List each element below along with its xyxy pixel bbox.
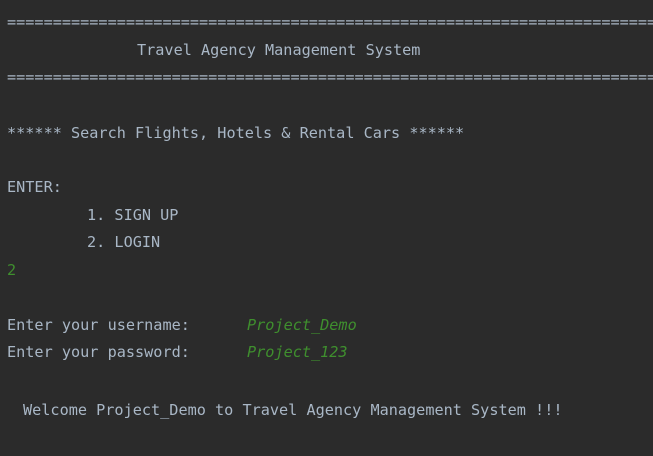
menu-item-login: 2. LOGIN: [87, 233, 161, 251]
menu-item-sign-up: 1. SIGN UP: [87, 206, 179, 224]
password-prompt: Enter your password:: [7, 343, 190, 361]
username-prompt: Enter your username:: [7, 316, 190, 334]
console-output: ========================================…: [0, 0, 653, 456]
app-title: Travel Agency Management System: [137, 41, 421, 59]
search-banner: ****** Search Flights, Hotels & Rental C…: [7, 124, 465, 142]
enter-prompt: ENTER:: [7, 178, 62, 196]
welcome-message: Welcome Project_Demo to Travel Agency Ma…: [23, 401, 563, 419]
separator-line-bottom: ========================================…: [7, 68, 653, 86]
user-choice-input[interactable]: 2: [7, 260, 16, 280]
separator-line-top: ========================================…: [7, 13, 653, 31]
password-input[interactable]: Project_123: [247, 342, 348, 362]
username-input[interactable]: Project_Demo: [247, 315, 357, 335]
